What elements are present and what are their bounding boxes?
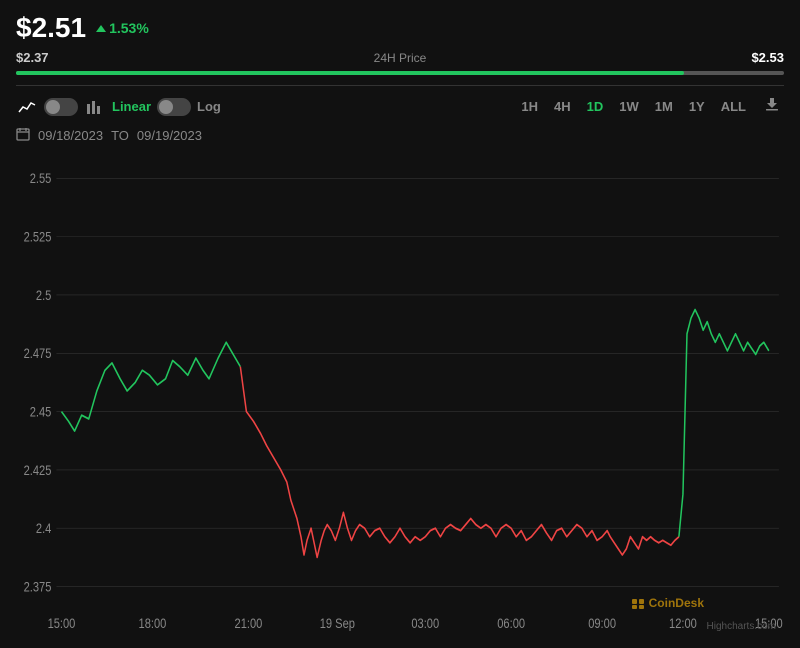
svg-text:06:00: 06:00 [497,616,525,631]
time-btn-1w[interactable]: 1W [613,97,645,116]
linear-log-group: Linear Log [112,98,221,116]
price-range-row: $2.37 24H Price $2.53 [16,50,784,65]
coindesk-label: CoinDesk [649,596,704,610]
chart-type-toggle[interactable] [44,98,78,116]
toggle-knob-2 [159,100,173,114]
bar-chart-button[interactable] [84,98,104,116]
svg-text:03:00: 03:00 [411,616,439,631]
svg-text:2.55: 2.55 [30,171,52,186]
date-to-label: TO [111,128,129,143]
svg-text:2.4: 2.4 [36,521,52,536]
main-container: $2.51 1.53% $2.37 24H Price $2.53 [0,0,800,648]
svg-text:2.45: 2.45 [30,404,52,419]
calendar-icon [16,127,30,144]
line-chart-button[interactable] [16,98,38,116]
date-range-row: 09/18/2023 TO 09/19/2023 [16,127,784,144]
svg-text:12:00: 12:00 [669,616,697,631]
chart-area: 2.55 2.525 2.5 2.475 2.45 2.425 2.4 2.37… [16,154,784,640]
highcharts-watermark: Highcharts.com [707,621,776,632]
time-btn-1d[interactable]: 1D [581,97,610,116]
svg-text:2.425: 2.425 [24,463,52,478]
svg-text:18:00: 18:00 [139,616,167,631]
coindesk-watermark: CoinDesk [631,596,704,610]
chart-type-icons [16,98,104,116]
price-high: $2.53 [734,50,784,65]
progress-bar-fill [16,71,684,75]
green-segment-2 [679,310,769,537]
svg-text:15:00: 15:00 [48,616,76,631]
time-btn-1y[interactable]: 1Y [683,97,711,116]
svg-text:2.5: 2.5 [36,288,52,303]
toggle-knob [46,100,60,114]
svg-text:19 Sep: 19 Sep [320,616,355,631]
price-change-pct: 1.53% [109,20,149,36]
controls-row: Linear Log 1H 4H 1D 1W 1M 1Y ALL [16,94,784,119]
svg-text:09:00: 09:00 [588,616,616,631]
time-buttons: 1H 4H 1D 1W 1M 1Y ALL [515,97,752,116]
time-btn-1h[interactable]: 1H [515,97,544,116]
price-chart: 2.55 2.525 2.5 2.475 2.45 2.425 2.4 2.37… [16,154,784,640]
divider [16,85,784,86]
svg-text:2.525: 2.525 [24,230,52,245]
linear-log-toggle[interactable] [157,98,191,116]
green-segment-1 [61,342,240,431]
svg-text:21:00: 21:00 [235,616,263,631]
price-low: $2.37 [16,50,66,65]
highcharts-label: Highcharts.com [707,621,776,632]
price-header: $2.51 1.53% [16,12,784,44]
up-arrow-icon [96,25,106,32]
time-btn-4h[interactable]: 4H [548,97,577,116]
price-progress-bar [16,71,784,75]
time-btn-all[interactable]: ALL [715,97,752,116]
main-price: $2.51 [16,12,86,44]
svg-text:2.375: 2.375 [24,579,52,594]
date-from: 09/18/2023 [38,128,103,143]
price-range-label: 24H Price [66,51,734,65]
svg-text:2.475: 2.475 [24,346,52,361]
log-label: Log [197,99,221,114]
red-segment-1 [240,367,679,558]
time-btn-1m[interactable]: 1M [649,97,679,116]
linear-label: Linear [112,99,151,114]
date-to: 09/19/2023 [137,128,202,143]
price-change: 1.53% [96,20,149,36]
download-button[interactable] [760,94,784,119]
